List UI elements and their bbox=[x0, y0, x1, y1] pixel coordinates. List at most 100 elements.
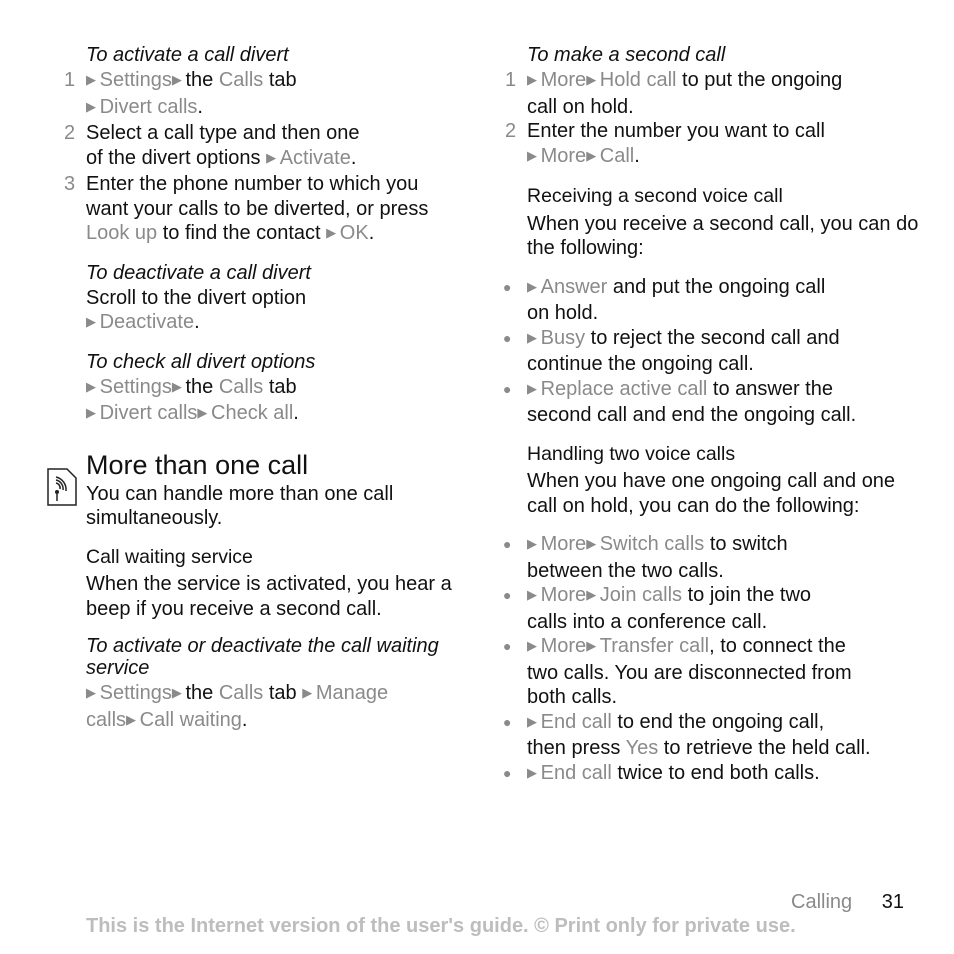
bullet-item: ● ▶ Busy to reject the second call and con… bbox=[503, 326, 840, 376]
arrow-icon: ▶ bbox=[586, 147, 600, 163]
step: 3 Enter the phone number to which you want… bbox=[64, 173, 429, 244]
menu-command: Calls bbox=[218, 375, 264, 398]
bullet-icon: ● bbox=[503, 638, 512, 654]
arrow-icon: ▶ bbox=[86, 98, 100, 114]
menu-command: Transfer call bbox=[599, 635, 710, 657]
activate-call-waiting-text: ▶ Settings▶ the Calls tab ▶ Manage calls▶… bbox=[86, 682, 389, 731]
menu-command: Replace active call bbox=[540, 377, 708, 400]
menu-command: More bbox=[540, 635, 587, 657]
menu-command: Answer bbox=[540, 275, 608, 298]
menu-command: Yes bbox=[625, 737, 659, 759]
bullet-item: ● ▶ End call twice to end both calls. bbox=[503, 761, 820, 784]
heading-call-waiting: Call waiting service bbox=[86, 545, 253, 568]
step: 1 ▶ Settings▶ the Calls tab ▶ Divert calls… bbox=[64, 69, 297, 118]
deactivate-divert-text: Scroll to the divert option ▶ Deactivate. bbox=[86, 286, 307, 334]
menu-command: End call bbox=[540, 761, 612, 784]
section-intro: You can handle more than one call simult… bbox=[86, 482, 394, 530]
arrow-icon: ▶ bbox=[527, 764, 541, 780]
step: 1 ▶ More▶ Hold call to put the ongoing cal… bbox=[505, 69, 843, 118]
bullet-item: ● ▶ Replace active call to answer the seco… bbox=[503, 377, 857, 427]
activate-divert-steps: 1 ▶ Settings▶ the Calls tab ▶ Divert calls… bbox=[64, 68, 471, 248]
arrow-icon: ▶ bbox=[527, 278, 541, 294]
arrow-icon: ▶ bbox=[527, 638, 541, 653]
menu-command: More bbox=[540, 69, 587, 91]
menu-command: Settings bbox=[99, 69, 172, 91]
bullet-icon: ● bbox=[503, 536, 512, 552]
arrow-icon: ▶ bbox=[586, 72, 600, 87]
heading-receiving-second-call: Receiving a second voice call bbox=[527, 185, 783, 207]
internet-version-note: This is the Internet version of the user… bbox=[86, 915, 796, 937]
bullet-icon: ● bbox=[503, 713, 512, 730]
chapter-name: Calling bbox=[791, 891, 853, 913]
step-number: 3 bbox=[64, 173, 76, 195]
menu-command: More bbox=[540, 533, 587, 555]
two-calls-options-list: ● ▶ More▶ Switch calls to switch between t… bbox=[503, 532, 927, 787]
arrow-icon: ▶ bbox=[326, 225, 340, 240]
arrow-icon: ▶ bbox=[86, 685, 100, 700]
menu-command: Divert calls bbox=[99, 402, 198, 424]
menu-command: Calls bbox=[218, 682, 264, 704]
bullet-item: ● ▶ More▶ Switch calls to switch between t… bbox=[503, 533, 788, 582]
bullet-icon: ● bbox=[503, 329, 512, 346]
page-footer: Calling 31 bbox=[791, 891, 904, 914]
heading-deactivate-divert: To deactivate a call divert bbox=[86, 261, 311, 284]
menu-command: Switch calls bbox=[599, 533, 705, 555]
menu-command: More bbox=[540, 584, 587, 606]
heading-activate-divert: To activate a call divert bbox=[86, 44, 289, 66]
arrow-icon: ▶ bbox=[86, 405, 100, 420]
receiving-options-list: ● ▶ Answer and put the ongoing call on hol… bbox=[503, 275, 927, 428]
left-column: To activate a call divert 1 ▶ Settings▶ t… bbox=[64, 44, 471, 734]
bullet-item: ● ▶ More▶ Transfer call, to connect the tw… bbox=[503, 635, 852, 708]
arrow-icon: ▶ bbox=[86, 378, 100, 394]
right-column: To make a second call 1 ▶ More▶ Hold call… bbox=[503, 44, 927, 787]
arrow-icon: ▶ bbox=[527, 380, 541, 396]
bullet-item: ● ▶ Answer and put the ongoing call on hol… bbox=[503, 275, 826, 325]
menu-command: End call bbox=[540, 710, 612, 733]
arrow-icon: ▶ bbox=[586, 587, 600, 602]
arrow-icon: ▶ bbox=[527, 147, 541, 163]
arrow-icon: ▶ bbox=[86, 314, 100, 329]
arrow-icon: ▶ bbox=[126, 711, 140, 727]
arrow-icon: ▶ bbox=[171, 72, 186, 87]
step-number: 2 bbox=[505, 120, 517, 142]
step: 2 Select a call type and then one of the d… bbox=[64, 122, 360, 169]
step: 2 Enter the number you want to call ▶ More… bbox=[505, 120, 825, 167]
arrow-icon: ▶ bbox=[266, 149, 280, 165]
bullet-item: ● ▶ End call to end the ongoing call, then… bbox=[503, 710, 871, 760]
page-number: 31 bbox=[881, 891, 904, 913]
step-number: 2 bbox=[64, 122, 76, 144]
step-number: 1 bbox=[505, 69, 517, 91]
step-number: 1 bbox=[64, 69, 76, 91]
arrow-icon: ▶ bbox=[586, 638, 600, 653]
arrow-icon: ▶ bbox=[171, 378, 186, 394]
arrow-icon: ▶ bbox=[527, 713, 541, 729]
menu-command: Join calls bbox=[599, 584, 683, 606]
menu-command: Busy bbox=[540, 326, 586, 349]
menu-command: Hold call bbox=[599, 69, 677, 91]
arrow-icon: ▶ bbox=[302, 685, 316, 700]
call-waiting-text: When the service is activated, you hear … bbox=[86, 573, 452, 620]
two-calls-text: When you have one ongoing call and one c… bbox=[527, 470, 896, 517]
menu-command: calls bbox=[86, 708, 127, 731]
heading-second-call: To make a second call bbox=[527, 44, 726, 66]
menu-command: Manage bbox=[315, 682, 389, 704]
menu-command: Call waiting bbox=[139, 708, 242, 731]
heading-two-calls: Handling two voice calls bbox=[527, 442, 736, 465]
menu-command: Activate bbox=[279, 146, 351, 169]
second-call-steps: 1 ▶ More▶ Hold call to put the ongoing cal… bbox=[505, 68, 927, 170]
bullet-icon: ● bbox=[503, 587, 512, 603]
menu-command: Calls bbox=[218, 69, 264, 91]
arrow-icon: ▶ bbox=[527, 329, 541, 345]
menu-command: More bbox=[540, 144, 587, 167]
arrow-icon: ▶ bbox=[586, 536, 600, 551]
menu-command: Settings bbox=[99, 682, 172, 704]
menu-command: Deactivate bbox=[99, 311, 195, 333]
menu-command: Divert calls bbox=[99, 95, 198, 118]
menu-command: Settings bbox=[99, 375, 172, 398]
bullet-icon: ● bbox=[503, 764, 512, 781]
arrow-icon: ▶ bbox=[527, 536, 541, 551]
check-divert-text: ▶ Settings▶ the Calls tab ▶ Divert calls▶… bbox=[86, 375, 299, 425]
heading-activate-call-waiting: To activate or deactivate the call waiti… bbox=[86, 635, 439, 679]
arrow-icon: ▶ bbox=[527, 587, 541, 602]
menu-command: Look up bbox=[86, 222, 158, 244]
